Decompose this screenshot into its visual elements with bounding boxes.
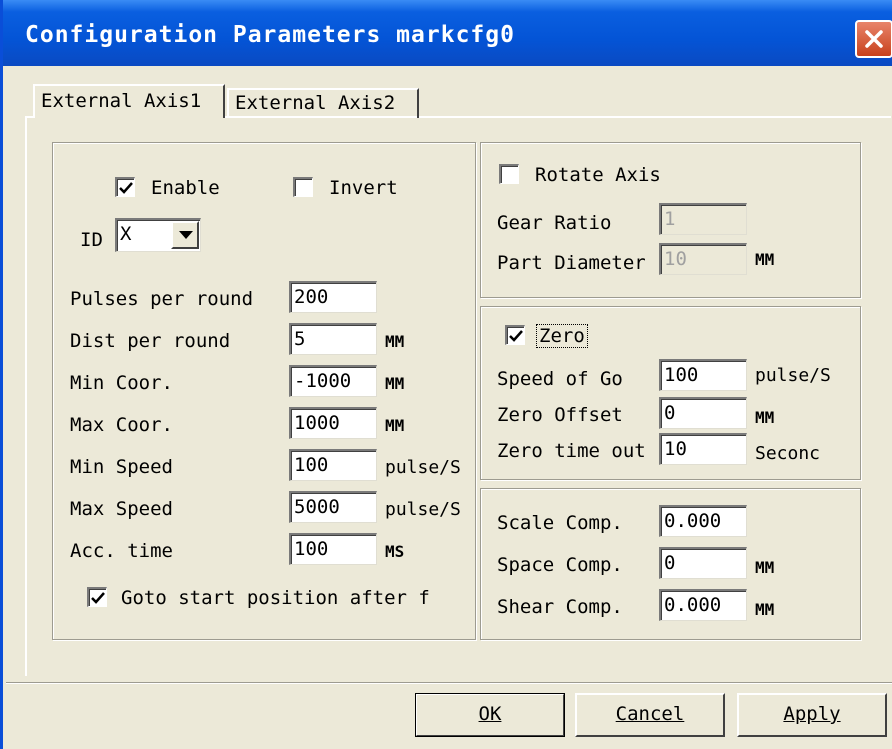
min-speed-unit: pulse/S bbox=[385, 457, 461, 478]
cancel-button[interactable]: Cancel bbox=[575, 693, 725, 737]
apply-button-label: Apply bbox=[783, 703, 841, 725]
id-select-value: X bbox=[120, 223, 132, 245]
gear-ratio-label: Gear Ratio bbox=[497, 212, 612, 234]
min-coor-label: Min Coor. bbox=[70, 372, 173, 394]
scale-comp-input[interactable]: 0.000 bbox=[659, 505, 747, 537]
speed-of-go-input[interactable]: 100 bbox=[659, 359, 747, 391]
shear-comp-input[interactable]: 0.000 bbox=[659, 589, 747, 621]
zero-label[interactable]: Zero bbox=[536, 324, 588, 348]
ok-button[interactable]: OK bbox=[415, 693, 565, 737]
gear-ratio-input[interactable]: 1 bbox=[659, 203, 747, 235]
speed-of-go-label: Speed of Go bbox=[497, 368, 623, 390]
checkmark-icon bbox=[119, 182, 133, 194]
tab-external-axis2[interactable]: External Axis2 bbox=[227, 88, 419, 118]
scale-comp-label: Scale Comp. bbox=[497, 512, 623, 534]
min-coor-input[interactable]: -1000 bbox=[289, 365, 377, 397]
checkmark-icon bbox=[509, 330, 523, 342]
max-speed-unit: pulse/S bbox=[385, 499, 461, 520]
zero-checkbox[interactable] bbox=[505, 325, 525, 345]
min-speed-input[interactable]: 100 bbox=[289, 449, 377, 481]
window-title: Configuration Parameters markcfg0 bbox=[25, 22, 515, 48]
enable-label[interactable]: Enable bbox=[151, 177, 220, 199]
zero-offset-label: Zero Offset bbox=[497, 404, 623, 426]
enable-checkbox[interactable] bbox=[115, 177, 135, 197]
shear-comp-unit: MM bbox=[755, 600, 775, 619]
acc-time-label: Acc. time bbox=[70, 540, 173, 562]
max-coor-label: Max Coor. bbox=[70, 414, 173, 436]
tab-external-axis1[interactable]: External Axis1 bbox=[33, 84, 225, 118]
pulses-per-round-input[interactable]: 200 bbox=[289, 281, 377, 313]
goto-start-checkbox[interactable] bbox=[87, 587, 107, 607]
zero-timeout-unit: Seconc bbox=[755, 443, 821, 464]
dist-per-round-label: Dist per round bbox=[70, 330, 231, 352]
ok-button-label: OK bbox=[478, 703, 502, 725]
acc-time-unit: MS bbox=[385, 542, 405, 561]
dialog-window: Configuration Parameters markcfg0 Extern… bbox=[0, 0, 892, 749]
chevron-down-icon bbox=[179, 231, 193, 239]
pulses-per-round-label: Pulses per round bbox=[70, 288, 254, 310]
space-comp-unit: MM bbox=[755, 558, 775, 577]
id-label: ID bbox=[80, 229, 103, 251]
dist-per-round-input[interactable]: 5 bbox=[289, 323, 377, 355]
max-speed-label: Max Speed bbox=[70, 498, 173, 520]
goto-start-label[interactable]: Goto start position after f bbox=[121, 587, 446, 609]
zero-offset-unit: MM bbox=[755, 408, 775, 427]
apply-button[interactable]: Apply bbox=[737, 693, 887, 737]
part-diameter-label: Part Diameter bbox=[497, 252, 646, 274]
part-diameter-input[interactable]: 10 bbox=[659, 243, 747, 275]
dist-per-round-unit: MM bbox=[385, 332, 405, 351]
id-select[interactable]: X bbox=[115, 218, 201, 252]
cancel-button-label: Cancel bbox=[615, 703, 685, 725]
space-comp-input[interactable]: 0 bbox=[659, 547, 747, 579]
checkmark-icon bbox=[91, 592, 105, 604]
shear-comp-label: Shear Comp. bbox=[497, 596, 623, 618]
close-button[interactable] bbox=[855, 20, 892, 58]
acc-time-input[interactable]: 100 bbox=[289, 533, 377, 565]
title-bar[interactable]: Configuration Parameters markcfg0 bbox=[3, 0, 892, 66]
zero-timeout-label: Zero time out bbox=[497, 440, 646, 462]
min-speed-label: Min Speed bbox=[70, 456, 173, 478]
rotate-axis-checkbox[interactable] bbox=[499, 164, 519, 184]
speed-of-go-unit: pulse/S bbox=[755, 365, 831, 386]
min-coor-unit: MM bbox=[385, 374, 405, 393]
id-dropdown-button[interactable] bbox=[171, 221, 199, 249]
button-separator bbox=[6, 682, 892, 684]
max-coor-unit: MM bbox=[385, 416, 405, 435]
max-speed-input[interactable]: 5000 bbox=[289, 491, 377, 523]
zero-timeout-input[interactable]: 10 bbox=[659, 433, 747, 465]
max-coor-input[interactable]: 1000 bbox=[289, 407, 377, 439]
zero-offset-input[interactable]: 0 bbox=[659, 397, 747, 429]
space-comp-label: Space Comp. bbox=[497, 554, 623, 576]
rotate-axis-label[interactable]: Rotate Axis bbox=[535, 164, 661, 186]
invert-label[interactable]: Invert bbox=[329, 177, 398, 199]
part-diameter-unit: MM bbox=[755, 250, 775, 269]
invert-checkbox[interactable] bbox=[293, 177, 313, 197]
close-icon bbox=[865, 30, 883, 48]
